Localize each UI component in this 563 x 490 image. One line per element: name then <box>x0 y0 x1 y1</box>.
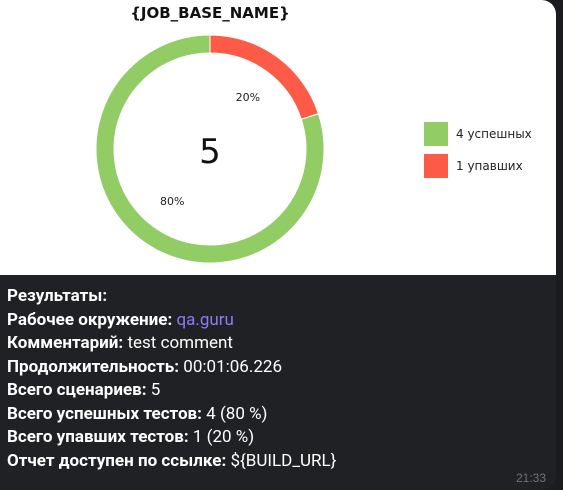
failed-line: Всего упавших тестов: 1 (20 %) <box>7 426 547 450</box>
scenarios-key: Всего сценариев: <box>7 380 147 400</box>
passed-line: Всего успешных тестов: 4 (80 %) <box>7 403 547 427</box>
results-title: Результаты: <box>7 286 108 306</box>
legend-label-passed: 4 успешных <box>456 127 532 141</box>
legend-item-failed: 1 упавших <box>424 154 532 178</box>
donut-slice-failed <box>209 34 320 120</box>
chat-edge <box>556 0 563 490</box>
duration-value: 00:01:06.226 <box>183 356 283 377</box>
passed-key: Всего успешных тестов: <box>7 403 202 424</box>
slice-label-failed: 20% <box>236 91 260 104</box>
chart-image[interactable]: {JOB_BASE_NAME} 5 20% 80% 4 успешных 1 уп… <box>0 0 556 275</box>
legend-swatch-passed <box>424 122 448 146</box>
report-line: Отчет доступен по ссылке: ${BUILD_URL} <box>7 450 547 474</box>
report-value: ${BUILD_URL} <box>230 450 337 471</box>
failed-key: Всего упавших тестов: <box>7 427 189 447</box>
environment-line: Рабочее окружение: qa.guru <box>7 309 547 333</box>
results-title-line: Результаты: <box>7 285 547 309</box>
legend-item-passed: 4 успешных <box>424 122 532 146</box>
duration-key: Продолжительность: <box>7 356 180 377</box>
environment-link[interactable]: qa.guru <box>176 310 233 330</box>
slice-label-passed: 80% <box>160 195 184 208</box>
passed-value: 4 (80 %) <box>206 403 268 424</box>
environment-key: Рабочее окружение: <box>7 309 173 330</box>
message-time: 21:33 <box>515 471 546 485</box>
donut-chart: 5 20% 80% <box>95 34 325 264</box>
comment-line: Комментарий: test comment <box>7 332 547 356</box>
comment-value: test comment <box>127 333 233 353</box>
failed-value: 1 (20 %) <box>192 427 255 447</box>
chart-legend: 4 успешных 1 упавших <box>424 122 532 186</box>
duration-line: Продолжительность: 00:01:06.226 <box>7 356 547 380</box>
scenarios-line: Всего сценариев: 5 <box>7 379 547 403</box>
center-label: 5 <box>199 132 221 172</box>
message-bubble: {JOB_BASE_NAME} 5 20% 80% 4 успешных 1 уп… <box>0 0 556 490</box>
scenarios-value: 5 <box>150 380 161 400</box>
comment-key: Комментарий: <box>7 333 124 353</box>
legend-label-failed: 1 упавших <box>456 159 523 173</box>
legend-swatch-failed <box>424 154 448 178</box>
report-key: Отчет доступен по ссылке: <box>7 450 227 471</box>
message-text: Результаты: Рабочее окружение: qa.guru К… <box>7 285 547 473</box>
